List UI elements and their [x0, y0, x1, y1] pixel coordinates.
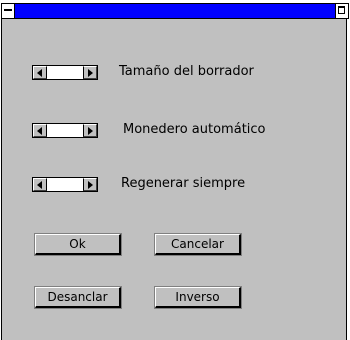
arrow-right-icon [88, 127, 93, 135]
spin-left-button[interactable] [33, 178, 47, 191]
system-menu-icon[interactable] [2, 4, 15, 18]
maximize-icon[interactable] [335, 4, 348, 18]
spin-left-button[interactable] [33, 124, 47, 137]
arrow-left-icon [37, 181, 42, 189]
spin-right-button[interactable] [83, 124, 97, 137]
spin-right-button[interactable] [83, 66, 97, 79]
spin-value-field[interactable] [47, 66, 83, 79]
eraser-size-label: Tamaño del borrador [119, 64, 254, 79]
inverse-button[interactable]: Inverso [154, 286, 242, 309]
dialog-window: Tamaño del borrador Monedero automático … [1, 3, 349, 340]
auto-purse-label: Monedero automático [123, 122, 266, 137]
arrow-left-icon [37, 127, 42, 135]
regenerate-spinner[interactable] [32, 177, 98, 192]
spin-value-field[interactable] [47, 124, 83, 137]
spin-right-button[interactable] [83, 178, 97, 191]
arrow-right-icon [88, 181, 93, 189]
auto-purse-spinner[interactable] [32, 123, 98, 138]
ok-button[interactable]: Ok [34, 233, 122, 256]
spin-left-button[interactable] [33, 66, 47, 79]
maximize-glyph [338, 6, 345, 14]
eraser-size-spinner[interactable] [32, 65, 98, 80]
title-bar[interactable] [1, 3, 349, 19]
unanchor-button[interactable]: Desanclar [34, 286, 122, 309]
spin-value-field[interactable] [47, 178, 83, 191]
arrow-right-icon [88, 69, 93, 77]
arrow-left-icon [37, 69, 42, 77]
regenerate-label: Regenerar siempre [121, 176, 246, 191]
system-menu-bar [4, 9, 12, 11]
cancel-button[interactable]: Cancelar [154, 233, 242, 256]
